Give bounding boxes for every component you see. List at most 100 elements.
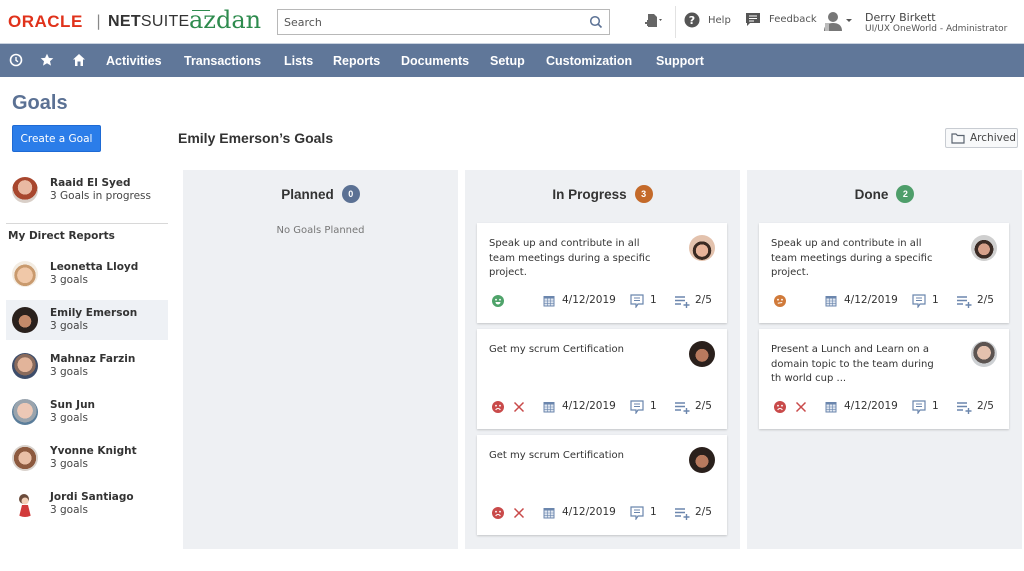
- create-new-menu[interactable]: [643, 12, 665, 30]
- create-goal-button[interactable]: Create a Goal: [12, 125, 101, 152]
- count-badge: 2: [896, 185, 915, 203]
- top-header: ORACLE | NETSUITE azdan ? Help Feedback …: [0, 0, 1024, 44]
- comment-icon[interactable]: [630, 400, 644, 414]
- header-divider: [675, 6, 676, 38]
- close-icon[interactable]: [513, 507, 525, 519]
- sad-mood-icon: [774, 401, 786, 413]
- avatar: [689, 447, 715, 473]
- netsuite-logo-bold: NET: [108, 13, 141, 30]
- comment-count: 1: [650, 400, 657, 412]
- nav-support[interactable]: Support: [656, 54, 704, 68]
- avatar: [12, 177, 38, 203]
- feedback-icon: [746, 13, 760, 26]
- search-input[interactable]: [278, 10, 578, 34]
- brand-logo[interactable]: azdan: [189, 6, 261, 34]
- user-menu[interactable]: [823, 11, 855, 31]
- goal-text: Speak up and contribute in all team meet…: [771, 238, 933, 278]
- avatar: [12, 445, 38, 471]
- archived-button[interactable]: Archived: [945, 128, 1018, 148]
- avatar: [971, 235, 997, 261]
- person-goal-count: 3 goals: [50, 320, 88, 332]
- oracle-logo[interactable]: ORACLE: [8, 12, 83, 32]
- direct-report-item[interactable]: Jordi Santiago 3 goals: [6, 484, 168, 524]
- person-name: Emily Emerson: [50, 307, 138, 319]
- add-task-list-icon[interactable]: [957, 401, 972, 414]
- goal-card-footer: 4/12/2019 1 2/5: [489, 505, 717, 521]
- comment-icon[interactable]: [912, 294, 926, 308]
- close-icon[interactable]: [513, 401, 525, 413]
- goal-card[interactable]: Get my scrum Certification 4/12/2019 1 2…: [477, 435, 727, 535]
- help-label: Help: [708, 14, 731, 26]
- goal-card[interactable]: Speak up and contribute in all team meet…: [477, 223, 727, 323]
- direct-report-item[interactable]: Yvonne Knight 3 goals: [6, 438, 168, 478]
- column-title: In Progress: [552, 186, 627, 202]
- comment-icon[interactable]: [912, 400, 926, 414]
- home-icon[interactable]: [72, 53, 86, 67]
- nav-lists[interactable]: Lists: [284, 54, 313, 68]
- avatar: [12, 399, 38, 425]
- page-title: Goals: [12, 92, 68, 114]
- person-name: Sun Jun: [50, 399, 96, 411]
- comment-icon[interactable]: [630, 506, 644, 520]
- nav-customization[interactable]: Customization: [546, 54, 632, 68]
- count-badge: 0: [341, 185, 360, 203]
- logo-separator: |: [96, 12, 102, 30]
- count-badge: 3: [634, 185, 653, 203]
- goal-card[interactable]: Get my scrum Certification 4/12/2019 1 2…: [477, 329, 727, 429]
- netsuite-logo[interactable]: NETSUITE: [108, 13, 190, 31]
- tasks-progress: 2/5: [695, 400, 712, 412]
- history-icon[interactable]: [9, 53, 23, 67]
- comment-count: 1: [650, 294, 657, 306]
- add-task-list-icon[interactable]: [675, 295, 690, 308]
- goal-text: Get my scrum Certification: [489, 344, 624, 355]
- goal-text: Get my scrum Certification: [489, 450, 624, 461]
- add-task-list-icon[interactable]: [957, 295, 972, 308]
- close-icon[interactable]: [795, 401, 807, 413]
- feedback-label: Feedback: [769, 14, 817, 25]
- user-role: UI/UX OneWorld - Administrator: [865, 24, 1008, 34]
- nav-setup[interactable]: Setup: [490, 54, 525, 68]
- direct-report-item-selected[interactable]: Emily Emerson 3 goals: [6, 300, 168, 340]
- column-planned: Planned 0 No Goals Planned: [183, 170, 458, 549]
- nav-transactions[interactable]: Transactions: [184, 54, 261, 68]
- goal-card-footer: 4/12/2019 1 2/5: [489, 399, 717, 415]
- search-icon[interactable]: [589, 15, 603, 29]
- sidebar-divider: [6, 223, 168, 224]
- avatar: [689, 235, 715, 261]
- column-in-progress: In Progress 3 Speak up and contribute in…: [465, 170, 740, 549]
- nav-activities[interactable]: Activities: [106, 54, 162, 68]
- goal-card[interactable]: Speak up and contribute in all team meet…: [759, 223, 1009, 323]
- nav-documents[interactable]: Documents: [401, 54, 469, 68]
- column-done: Done 2 Speak up and contribute in all te…: [747, 170, 1022, 549]
- user-name[interactable]: Derry Birkett: [865, 11, 936, 24]
- due-date: 4/12/2019: [844, 400, 898, 412]
- add-task-list-icon[interactable]: [675, 401, 690, 414]
- user-avatar-icon: [824, 12, 852, 31]
- main-navigation: Activities Transactions Lists Reports Do…: [0, 44, 1024, 77]
- tasks-progress: 2/5: [695, 294, 712, 306]
- folder-icon: [951, 132, 965, 144]
- due-date: 4/12/2019: [562, 506, 616, 518]
- star-icon[interactable]: [40, 53, 54, 67]
- column-header: Done 2: [747, 185, 1022, 203]
- goal-card[interactable]: Present a Lunch and Learn on a domain to…: [759, 329, 1009, 429]
- person-goal-summary: 3 Goals in progress: [50, 190, 151, 202]
- comment-icon[interactable]: [630, 294, 644, 308]
- direct-report-item[interactable]: Sun Jun 3 goals: [6, 392, 168, 432]
- svg-text:?: ?: [689, 14, 695, 27]
- tasks-progress: 2/5: [977, 400, 994, 412]
- add-task-list-icon[interactable]: [675, 507, 690, 520]
- empty-state-text: No Goals Planned: [276, 225, 365, 236]
- person-goal-count: 3 goals: [50, 458, 88, 470]
- nav-reports[interactable]: Reports: [333, 54, 380, 68]
- direct-report-item[interactable]: Mahnaz Farzin 3 goals: [6, 346, 168, 386]
- person-goal-count: 3 goals: [50, 504, 88, 516]
- help-link[interactable]: ? Help: [684, 12, 731, 28]
- tasks-progress: 2/5: [977, 294, 994, 306]
- self-profile[interactable]: Raaid El Syed 3 Goals in progress: [6, 170, 168, 210]
- netsuite-logo-rest: SUITE: [140, 13, 190, 30]
- column-header: Planned 0: [183, 185, 458, 203]
- column-title: Planned: [281, 186, 334, 202]
- direct-report-item[interactable]: Leonetta Lloyd 3 goals: [6, 254, 168, 294]
- feedback-link[interactable]: Feedback: [745, 12, 817, 27]
